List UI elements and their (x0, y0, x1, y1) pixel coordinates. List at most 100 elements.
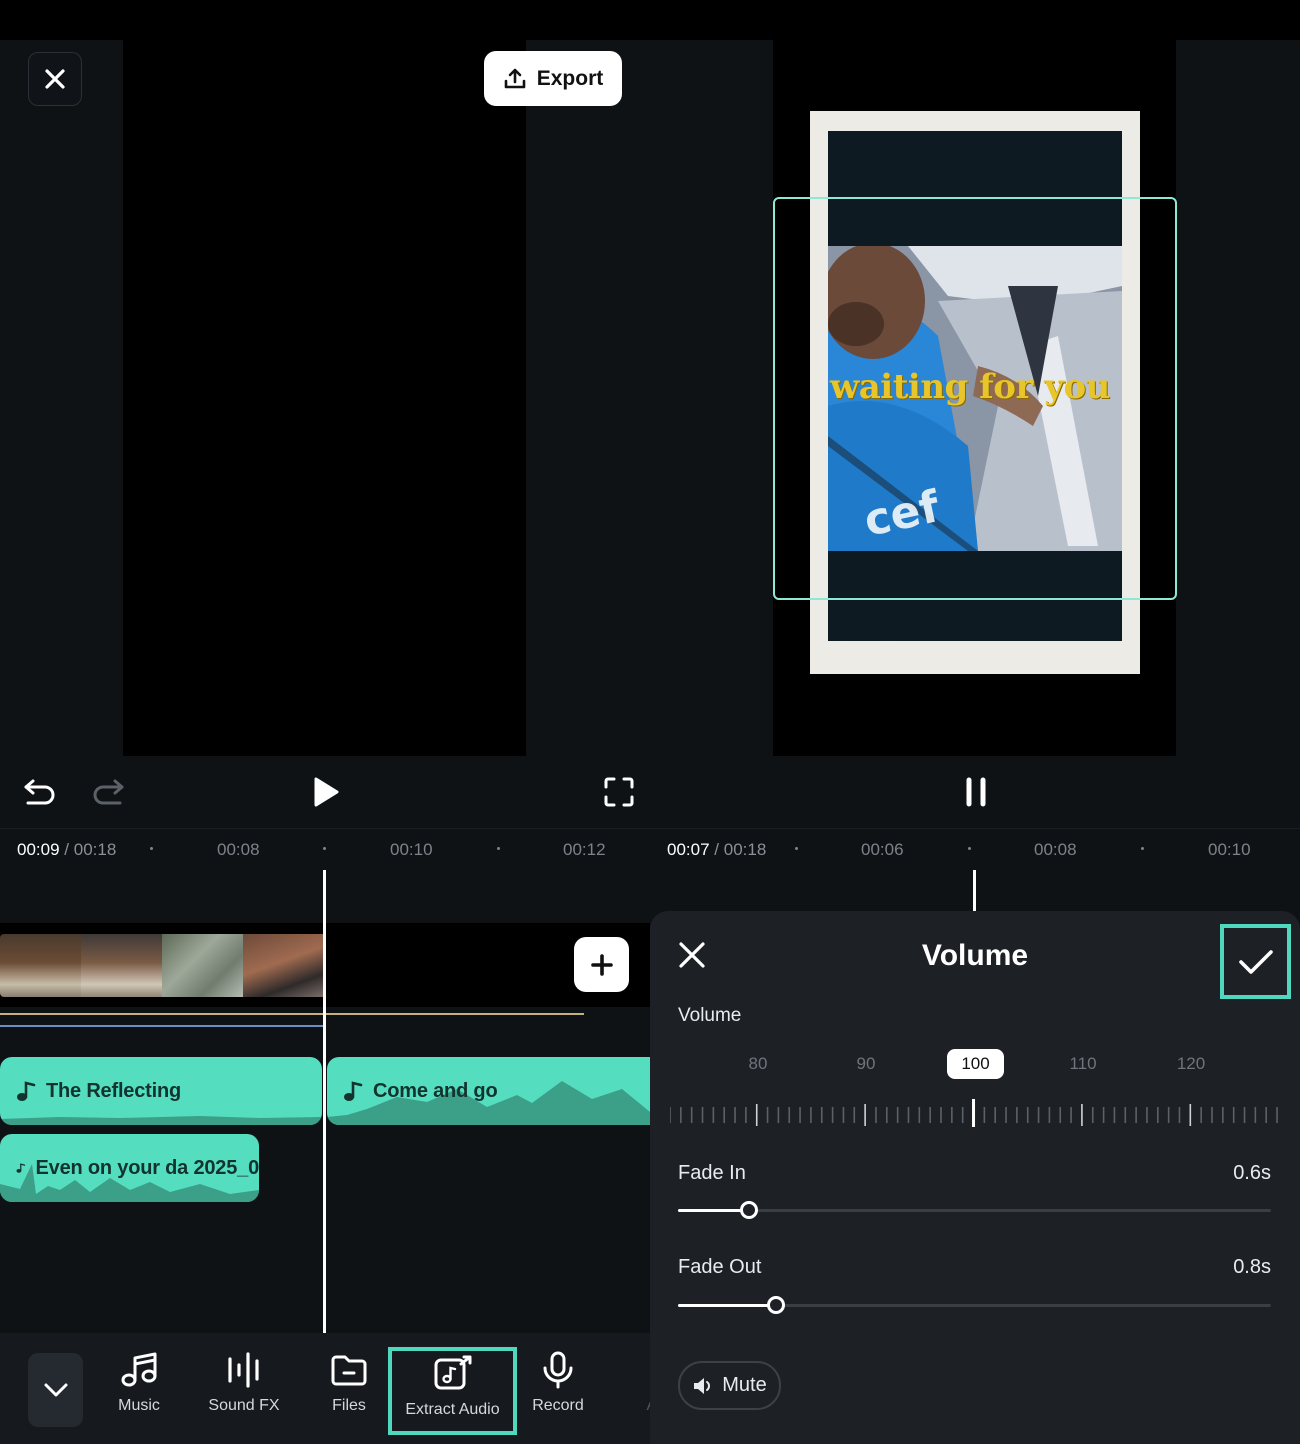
timecode: 00:09 / 00:18 (17, 840, 116, 860)
playhead[interactable] (323, 870, 326, 1333)
clip-thumbnail (162, 934, 243, 997)
mute-label: Mute (722, 1374, 767, 1396)
undo-button[interactable] (22, 775, 58, 809)
tool-ai[interactable]: AI (634, 1351, 650, 1415)
volume-label: Volume (678, 1005, 742, 1026)
fade-in-slider-fill (678, 1209, 750, 1212)
audio-clip-title: Come and go (373, 1079, 498, 1102)
tick-dot (150, 847, 153, 850)
waveform-icon (228, 1352, 259, 1388)
fade-in-slider-knob[interactable] (740, 1201, 759, 1219)
music-note-icon (121, 1352, 157, 1387)
torn-paper-edge (810, 644, 1140, 674)
play-button[interactable] (308, 773, 344, 811)
upload-icon (504, 68, 526, 88)
fade-out-value: 0.8s (1233, 1256, 1271, 1278)
tick-label: 00:10 (390, 840, 433, 859)
audio-clip[interactable]: Even on your da 2025_0 (0, 1134, 259, 1202)
tool-label: Extract Audio (405, 1401, 500, 1418)
fade-in-slider[interactable] (678, 1201, 1271, 1219)
play-icon (314, 777, 339, 807)
fullscreen-button[interactable] (600, 774, 638, 810)
time-separator: / (64, 840, 70, 859)
volume-scale-label: 120 (1176, 1054, 1206, 1073)
tool-label: Sound FX (208, 1397, 280, 1414)
volume-panel: Volume Volume 80 90 100 110 120 Fade In … (650, 911, 1300, 1444)
mute-button[interactable]: Mute (678, 1361, 781, 1410)
close-button[interactable] (28, 52, 82, 106)
tick-dot (795, 847, 798, 850)
add-clip-button[interactable] (574, 937, 629, 992)
fade-in-label: Fade In (678, 1162, 746, 1184)
volume-scale-label: 90 (856, 1054, 876, 1073)
tick-label: 00:06 (861, 840, 904, 859)
tool-sound-fx[interactable]: Sound FX (208, 1351, 280, 1415)
tool-record[interactable]: Record (530, 1351, 586, 1415)
tool-label: Music (118, 1397, 160, 1414)
video-clip[interactable] (0, 934, 324, 997)
total-time: 00:18 (723, 840, 767, 859)
ai-icon (635, 1351, 650, 1389)
export-button[interactable]: Export (484, 51, 622, 106)
effect-track-line (0, 1013, 584, 1015)
audio-clip-title: The Reflecting (46, 1079, 181, 1102)
extract-audio-icon (434, 1355, 471, 1390)
plus-icon (590, 953, 613, 976)
clip-thumbnail (0, 934, 81, 997)
fade-out-label: Fade Out (678, 1256, 762, 1278)
close-icon (45, 69, 65, 89)
tick-label: 00:08 (217, 840, 260, 859)
tick-dot (323, 847, 326, 850)
fade-out-slider-knob[interactable] (766, 1296, 785, 1314)
fade-in-value: 0.6s (1233, 1162, 1271, 1184)
redo-button[interactable] (90, 775, 126, 809)
export-label: Export (536, 66, 604, 90)
audio-clip-title: Even on your da 2025_0 (35, 1156, 259, 1179)
music-note-icon (17, 1081, 36, 1101)
editor-right-pane: cef waiting for you 00:07 / 00:18 00:06 … (650, 40, 1300, 1444)
music-note-icon (344, 1081, 363, 1101)
clip-thumbnail (81, 934, 162, 997)
text-track-line (0, 1025, 324, 1027)
tick-dot (497, 847, 500, 850)
playhead[interactable] (973, 870, 976, 912)
volume-scale-label: 110 (1069, 1054, 1097, 1073)
pause-button[interactable] (958, 773, 994, 811)
editor-left-pane: Export 00:09 / 00:18 00:08 00:10 00:12 T… (0, 40, 650, 1444)
folder-icon (331, 1355, 367, 1386)
volume-confirm-button[interactable] (1220, 924, 1291, 999)
tick-label: 00:08 (1034, 840, 1077, 859)
tick-dot (1141, 847, 1144, 850)
fullscreen-icon (604, 777, 634, 807)
fade-out-slider[interactable] (678, 1296, 1271, 1314)
selection-box[interactable] (773, 197, 1177, 600)
tool-label: Record (532, 1397, 584, 1414)
status-bar (0, 0, 1300, 40)
tool-music[interactable]: Music (113, 1351, 165, 1415)
audio-toolbar: Music Sound FX Files Extract Audio Recor… (0, 1333, 650, 1444)
time-ruler[interactable]: 00:07 / 00:18 00:06 00:08 00:10 (650, 828, 1300, 868)
microphone-icon (543, 1351, 573, 1389)
audio-clip[interactable]: The Reflecting (0, 1057, 322, 1125)
time-ruler[interactable]: 00:09 / 00:18 00:08 00:10 00:12 (0, 828, 650, 868)
pause-icon (966, 777, 986, 807)
volume-ruler-slider[interactable] (670, 1099, 1280, 1127)
timecode: 00:07 / 00:18 (667, 840, 766, 860)
audio-clip[interactable]: Come and go (327, 1057, 650, 1125)
volume-scale-label: 80 (748, 1054, 768, 1073)
total-time: 00:18 (73, 840, 117, 859)
current-time: 00:07 (667, 840, 710, 859)
tick-label: 00:10 (1208, 840, 1251, 859)
undo-icon (24, 779, 55, 805)
tool-extract-audio[interactable]: Extract Audio (388, 1347, 517, 1435)
video-preview[interactable] (123, 40, 526, 756)
time-separator: / (714, 840, 720, 859)
current-time: 00:09 (17, 840, 60, 859)
volume-panel-title: Volume (921, 939, 1029, 972)
collapse-button[interactable] (28, 1353, 83, 1427)
tool-label: Files (332, 1397, 366, 1414)
tool-files[interactable]: Files (323, 1351, 375, 1415)
tick-dot (968, 847, 971, 850)
redo-icon (93, 779, 124, 805)
chevron-down-icon (44, 1383, 67, 1397)
